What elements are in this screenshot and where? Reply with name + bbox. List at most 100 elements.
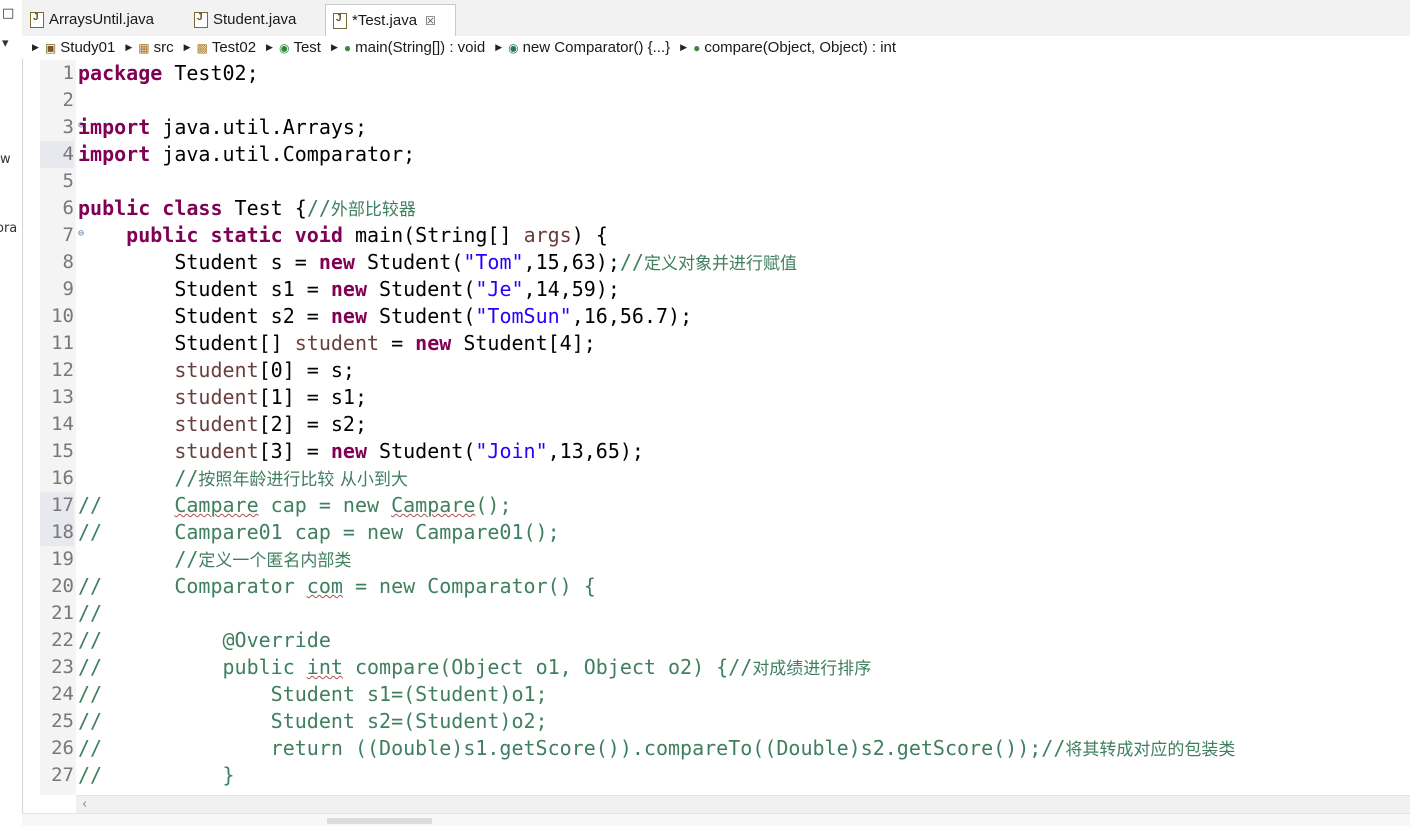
breadcrumb-label: Test — [293, 39, 321, 56]
code-line[interactable]: // Student s2=(Student)o2; — [78, 708, 548, 735]
breadcrumb-label: compare(Object, Object) : int — [704, 39, 897, 56]
chevron-right-icon: ▶ — [125, 42, 133, 52]
code-line[interactable]: // } — [78, 762, 235, 789]
bottom-status-strip — [22, 813, 1410, 826]
breadcrumb-item-project[interactable]: ▶ ▣ Study01 — [22, 39, 115, 56]
code-line[interactable]: package Test02; — [78, 60, 259, 87]
breadcrumb: ▶ ▣ Study01 ▶ ▦ src ▶ ▩ Test02 ▶ ◉ Test … — [22, 36, 1410, 59]
code-line[interactable]: // public int compare(Object o1, Object … — [78, 654, 871, 681]
chevron-right-icon: ▶ — [680, 42, 688, 52]
breadcrumb-label: Study01 — [60, 39, 116, 56]
code-line[interactable]: //定义一个匿名内部类 — [78, 546, 351, 573]
chevron-right-icon: ▶ — [495, 42, 503, 52]
code-line[interactable]: // Student s1=(Student)o1; — [78, 681, 548, 708]
package-icon: ▩ — [196, 40, 208, 55]
line-number: 19 — [51, 548, 74, 570]
code-line[interactable]: Student s2 = new Student("TomSun",16,56.… — [78, 303, 692, 330]
method-icon: ● — [343, 40, 352, 55]
code-line[interactable]: // return ((Double)s1.getScore()).compar… — [78, 735, 1235, 762]
horizontal-scrollbar[interactable]: ‹ — [76, 795, 1410, 814]
line-number: 18 — [40, 519, 74, 546]
code-line[interactable]: // Campare01 cap = new Campare01(); — [78, 519, 560, 546]
line-number: 25 — [51, 710, 74, 732]
breadcrumb-item-class[interactable]: ▶ ◉ Test — [256, 39, 321, 56]
breadcrumb-label: src — [153, 39, 174, 56]
scroll-thumb[interactable] — [327, 818, 432, 824]
breadcrumb-item-src[interactable]: ▶ ▦ src — [115, 39, 173, 56]
class-icon: ◉ — [278, 40, 290, 55]
scroll-left-icon[interactable]: ‹ — [82, 797, 87, 812]
line-number: 17 — [40, 492, 74, 519]
line-number: 15 — [51, 440, 74, 462]
tab-student[interactable]: Student.java — [194, 5, 296, 34]
tab-arraysuntil[interactable]: ArraysUntil.java — [30, 5, 154, 34]
code-line[interactable]: student[2] = s2; — [78, 411, 367, 438]
line-number: 8 — [62, 251, 74, 273]
project-icon: ▣ — [44, 40, 57, 55]
line-number: 26 — [51, 737, 74, 759]
tab-label: ArraysUntil.java — [49, 11, 155, 28]
java-file-icon — [30, 11, 44, 28]
code-line[interactable]: // — [78, 600, 102, 627]
code-line[interactable]: // Comparator com = new Comparator() { — [78, 573, 596, 600]
minimize-icon[interactable]: □ — [2, 6, 14, 21]
line-number: 9 — [62, 278, 74, 300]
line-number: 4 — [40, 141, 74, 168]
code-line[interactable]: student[0] = s; — [78, 357, 355, 384]
editor-tab-bar: ArraysUntil.java Student.java *Test.java… — [22, 0, 1410, 37]
code-line[interactable]: // @Override — [78, 627, 331, 654]
line-number: 23 — [51, 656, 74, 678]
line-number: 11 — [51, 332, 74, 354]
method-icon: ● — [693, 40, 701, 55]
line-number: 3 — [40, 112, 84, 141]
breadcrumb-label: new Comparator() {...} — [522, 39, 671, 56]
line-number: 2 — [62, 89, 74, 111]
line-number: 27 — [51, 764, 74, 786]
left-panel-clipped-text: w — [0, 152, 11, 167]
breadcrumb-item-compare[interactable]: ▶ ● compare(Object, Object) : int — [670, 39, 896, 56]
left-panel-edge: □ ▾ w ora — [0, 0, 23, 825]
package-folder-icon: ▦ — [138, 40, 150, 55]
breadcrumb-label: Test02 — [211, 39, 257, 56]
line-number: 12 — [51, 359, 74, 381]
line-number: 20 — [51, 575, 74, 597]
code-line[interactable]: student[3] = new Student("Join",13,65); — [78, 438, 644, 465]
chevron-right-icon: ▶ — [330, 42, 338, 52]
breadcrumb-item-package[interactable]: ▶ ▩ Test02 — [174, 39, 256, 56]
code-line[interactable]: // Campare cap = new Campare(); — [78, 492, 512, 519]
line-number: 22 — [51, 629, 74, 651]
tab-label: Student.java — [213, 11, 297, 28]
code-line[interactable]: import java.util.Comparator; — [78, 141, 415, 168]
view-menu-icon[interactable]: ▾ — [2, 36, 9, 51]
line-number: 5 — [62, 170, 74, 192]
java-file-icon — [194, 11, 208, 28]
code-line[interactable]: public class Test {//外部比较器 — [78, 195, 416, 222]
code-line[interactable]: import java.util.Arrays; — [78, 114, 367, 141]
java-file-icon — [333, 12, 347, 29]
tab-test[interactable]: *Test.java ☒ — [325, 4, 456, 36]
line-number-gutter: 1234567891011121314151617181920212223242… — [40, 60, 84, 795]
chevron-right-icon: ▶ — [183, 42, 191, 52]
line-number: 14 — [51, 413, 74, 435]
left-panel-clipped-text: ora — [0, 221, 18, 236]
code-line[interactable]: student[1] = s1; — [78, 384, 367, 411]
line-number: 6 — [62, 197, 74, 219]
line-number: 24 — [51, 683, 74, 705]
chevron-right-icon: ▶ — [32, 42, 39, 52]
code-line[interactable]: Student s1 = new Student("Je",14,59); — [78, 276, 620, 303]
code-editor[interactable]: 1234567891011121314151617181920212223242… — [40, 60, 1410, 795]
code-line[interactable]: Student[] student = new Student[4]; — [78, 330, 595, 357]
line-number: 7 — [40, 220, 84, 249]
line-number: 13 — [51, 386, 74, 408]
line-number: 21 — [51, 602, 74, 624]
line-number: 10 — [51, 305, 74, 327]
code-line[interactable]: Student s = new Student("Tom",15,63);//定… — [78, 249, 797, 276]
breadcrumb-item-anonymous[interactable]: ▶ ◉ new Comparator() {...} — [485, 39, 670, 56]
code-line[interactable]: public static void main(String[] args) { — [78, 222, 608, 249]
code-line[interactable]: //按照年龄进行比较 从小到大 — [78, 465, 408, 492]
breadcrumb-label: main(String[]) : void — [355, 39, 486, 56]
breadcrumb-item-main[interactable]: ▶ ● main(String[]) : void — [321, 39, 485, 56]
line-number: 16 — [51, 467, 74, 489]
close-tab-icon[interactable]: ☒ — [425, 14, 436, 28]
chevron-right-icon: ▶ — [266, 42, 273, 52]
